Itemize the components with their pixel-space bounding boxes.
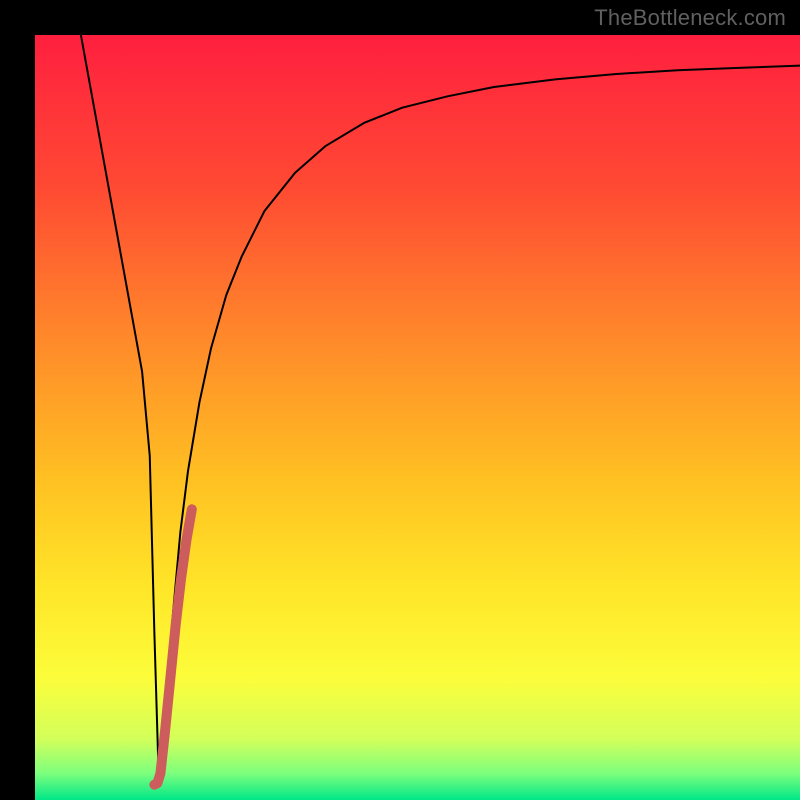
chart-stage: TheBottleneck.com bbox=[0, 0, 800, 800]
bottleneck-chart bbox=[0, 0, 800, 800]
plot-background-gradient bbox=[35, 35, 800, 800]
watermark-text: TheBottleneck.com bbox=[594, 5, 786, 31]
